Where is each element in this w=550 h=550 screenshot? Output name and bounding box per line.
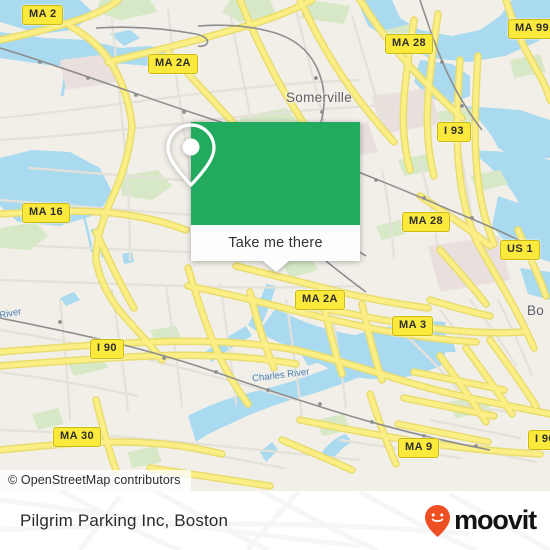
popup-footer[interactable]: Take me there <box>191 225 360 261</box>
popup-header <box>166 122 360 225</box>
highway-shield: MA 30 <box>53 427 101 447</box>
take-me-there-label: Take me there <box>228 235 323 251</box>
highway-shield: MA 2A <box>295 290 345 310</box>
highway-shield: MA 3 <box>392 316 434 336</box>
highway-shield: I 90 <box>90 339 124 359</box>
page-footer: Pilgrim Parking Inc, Boston moovit <box>0 491 550 550</box>
moovit-wordmark: moovit <box>454 505 537 535</box>
map-pin-icon <box>166 123 216 187</box>
highway-shield: MA 9 <box>398 438 440 458</box>
map-page: Somerville Bo Charles River s River MA 2… <box>0 0 550 550</box>
location-popup-card[interactable]: Take me there <box>166 122 360 272</box>
highway-shield: MA 2 <box>22 5 64 25</box>
moovit-brand[interactable]: moovit <box>424 504 537 538</box>
highway-shield: I 93 <box>437 122 471 142</box>
popup-pointer <box>262 261 289 272</box>
highway-shield: I 90 <box>528 430 550 450</box>
place-title: Pilgrim Parking Inc, Boston <box>20 510 229 530</box>
highway-shield: MA 2A <box>148 54 198 74</box>
map-canvas[interactable]: Somerville Bo Charles River s River MA 2… <box>0 0 550 491</box>
osm-attribution[interactable]: © OpenStreetMap contributors <box>0 470 191 491</box>
moovit-smiley-pin-icon <box>425 504 451 537</box>
highway-shield: MA 99 <box>508 19 550 39</box>
highway-shield: US 1 <box>500 240 541 260</box>
highway-shield: MA 28 <box>402 212 450 232</box>
highway-shield: MA 16 <box>22 203 70 223</box>
highway-shield: MA 28 <box>385 34 433 54</box>
